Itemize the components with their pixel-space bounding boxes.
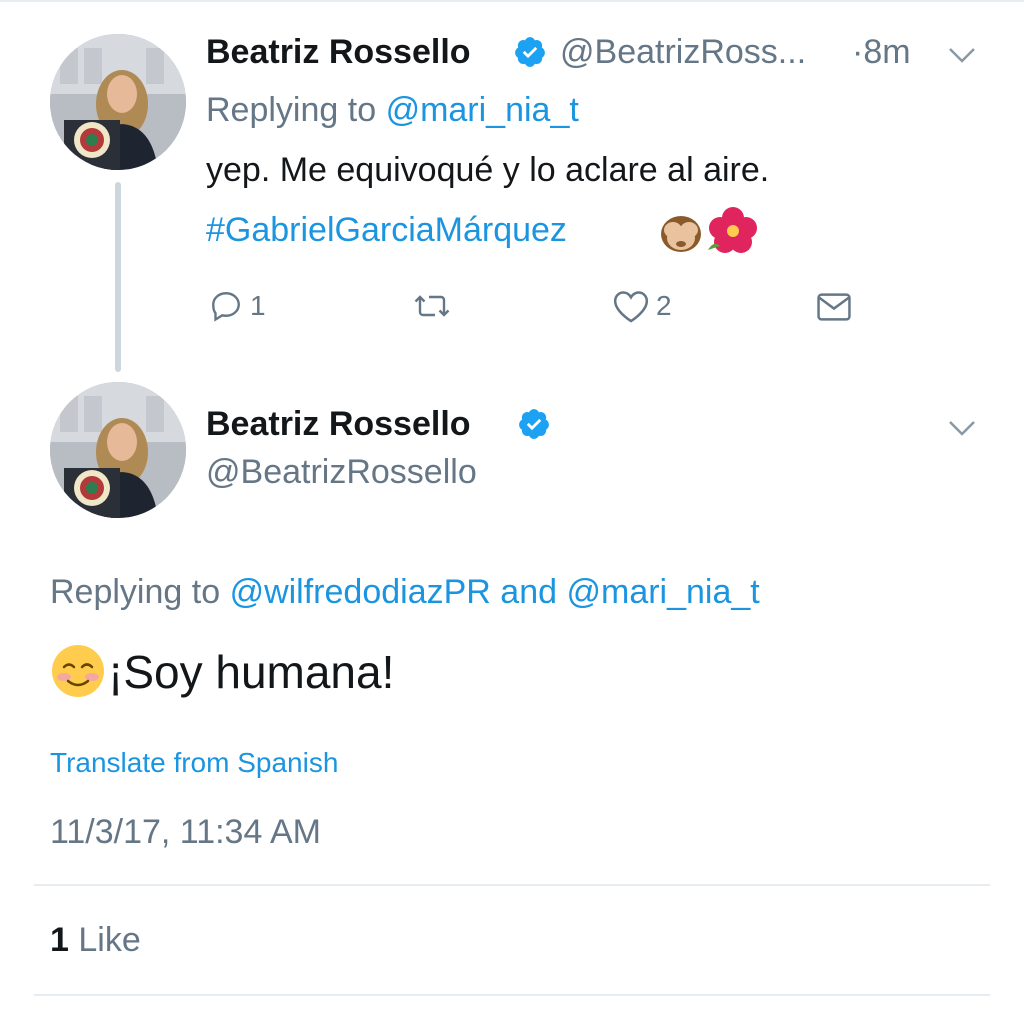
replying-to-line: Replying to @wilfredodiazPR and @mari_ni… bbox=[50, 572, 760, 612]
likes-count: 1 bbox=[50, 921, 69, 959]
replying-prefix: Replying to bbox=[50, 573, 221, 611]
reply-mention-link[interactable]: @mari_nia_t bbox=[566, 573, 759, 611]
likes-label: Like bbox=[78, 921, 141, 959]
verified-badge-icon bbox=[515, 37, 545, 67]
tweet-timestamp: 11/3/17, 11:34 AM bbox=[50, 813, 321, 851]
author-name[interactable]: Beatriz Rossello bbox=[206, 404, 471, 444]
replying-and: and bbox=[500, 573, 558, 611]
replying-prefix: Replying to bbox=[206, 91, 377, 129]
reply-mention-link[interactable]: @mari_nia_t bbox=[386, 91, 579, 129]
avatar[interactable] bbox=[50, 382, 186, 518]
hibiscus-icon bbox=[708, 207, 757, 253]
translate-link[interactable]: Translate from Spanish bbox=[50, 746, 338, 780]
envelope-icon bbox=[817, 293, 851, 321]
divider bbox=[34, 884, 990, 886]
chevron-down-icon[interactable] bbox=[947, 45, 977, 65]
direct-message-action[interactable] bbox=[815, 290, 853, 324]
chevron-down-icon[interactable] bbox=[947, 418, 977, 438]
likes-summary[interactable]: 1 Like bbox=[50, 920, 141, 960]
like-action[interactable]: 2 bbox=[612, 288, 672, 324]
retweet-icon bbox=[414, 295, 450, 317]
reply-mention-link[interactable]: @wilfredodiazPR bbox=[230, 573, 491, 611]
tweet-text: ¡Soy humana! bbox=[108, 646, 395, 698]
author-handle[interactable]: @BeatrizRoss... bbox=[560, 32, 806, 72]
reply-icon bbox=[212, 292, 240, 322]
tweet-time[interactable]: ·8m bbox=[852, 32, 911, 72]
hashtag-link[interactable]: #GabrielGarciaMárquez bbox=[206, 210, 567, 250]
replying-to-line: Replying to @mari_nia_t bbox=[206, 90, 579, 130]
retweet-action[interactable] bbox=[412, 288, 452, 324]
tweet-text: yep. Me equivoqué y lo aclare al aire. bbox=[206, 151, 770, 189]
top-divider bbox=[0, 0, 1024, 2]
divider bbox=[34, 994, 990, 996]
heart-icon bbox=[613, 291, 649, 323]
avatar[interactable] bbox=[50, 34, 186, 170]
author-handle[interactable]: @BeatrizRossello bbox=[206, 452, 477, 492]
reply-action[interactable]: 1 bbox=[208, 288, 266, 324]
thread-connector bbox=[115, 182, 121, 372]
like-count: 2 bbox=[656, 290, 672, 321]
author-name[interactable]: Beatriz Rossello bbox=[206, 32, 471, 72]
reply-count: 1 bbox=[250, 290, 266, 321]
smiling-face-icon bbox=[52, 645, 104, 697]
see-no-evil-monkey-icon bbox=[661, 216, 701, 252]
verified-badge-icon bbox=[519, 409, 549, 439]
